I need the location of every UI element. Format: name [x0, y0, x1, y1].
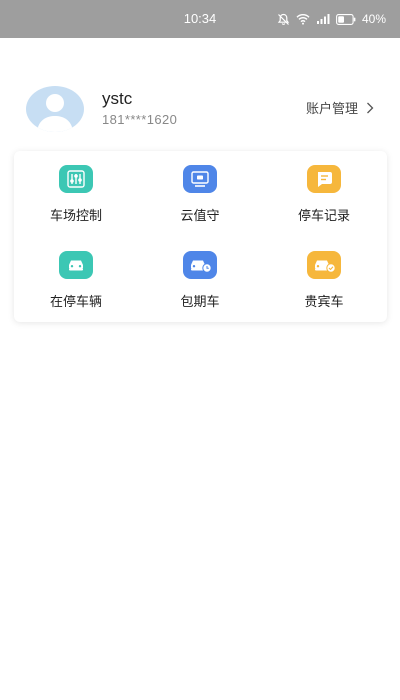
menu-label: 贵宾车 [304, 295, 344, 310]
menu-item-subscription-vehicles[interactable]: 包期车 [138, 237, 262, 317]
menu-item-parking-control[interactable]: 车场控制 [14, 151, 138, 231]
profile-header: ystc 181****1620 账户管理 [0, 78, 400, 140]
record-icon [307, 165, 341, 193]
menu-label: 停车记录 [297, 209, 350, 224]
username: ystc [102, 89, 133, 108]
menu-item-vip-vehicles[interactable]: 贵宾车 [262, 237, 386, 317]
wifi-icon [296, 13, 310, 25]
status-icons: 40% [277, 0, 386, 38]
monitor-icon [183, 165, 217, 193]
chevron-right-icon [366, 102, 374, 114]
menu-label: 在停车辆 [49, 295, 102, 310]
car-clock-icon [183, 251, 217, 279]
menu-item-parking-records[interactable]: 停车记录 [262, 151, 386, 231]
menu-label: 包期车 [180, 295, 220, 310]
sliders-icon [59, 165, 93, 193]
account-management-link[interactable]: 账户管理 [306, 98, 374, 117]
function-menu-card: 车场控制 云值守 停车记录 在停车辆 包期车 贵宾车 [14, 151, 387, 322]
avatar[interactable] [26, 86, 84, 132]
car-icon [59, 251, 93, 279]
phone-number: 181****1620 [102, 112, 178, 127]
menu-label: 车场控制 [49, 209, 102, 224]
menu-item-parked-vehicles[interactable]: 在停车辆 [14, 237, 138, 317]
menu-label: 云值守 [180, 209, 220, 224]
status-bar: 10:34 40% [0, 0, 400, 38]
mute-bell-icon [277, 13, 290, 26]
battery-percentage: 40% [361, 12, 386, 26]
account-management-label: 账户管理 [305, 102, 358, 117]
car-check-icon [307, 251, 341, 279]
menu-item-cloud-duty[interactable]: 云值守 [138, 151, 262, 231]
battery-icon [336, 13, 356, 25]
signal-icon [316, 13, 330, 25]
